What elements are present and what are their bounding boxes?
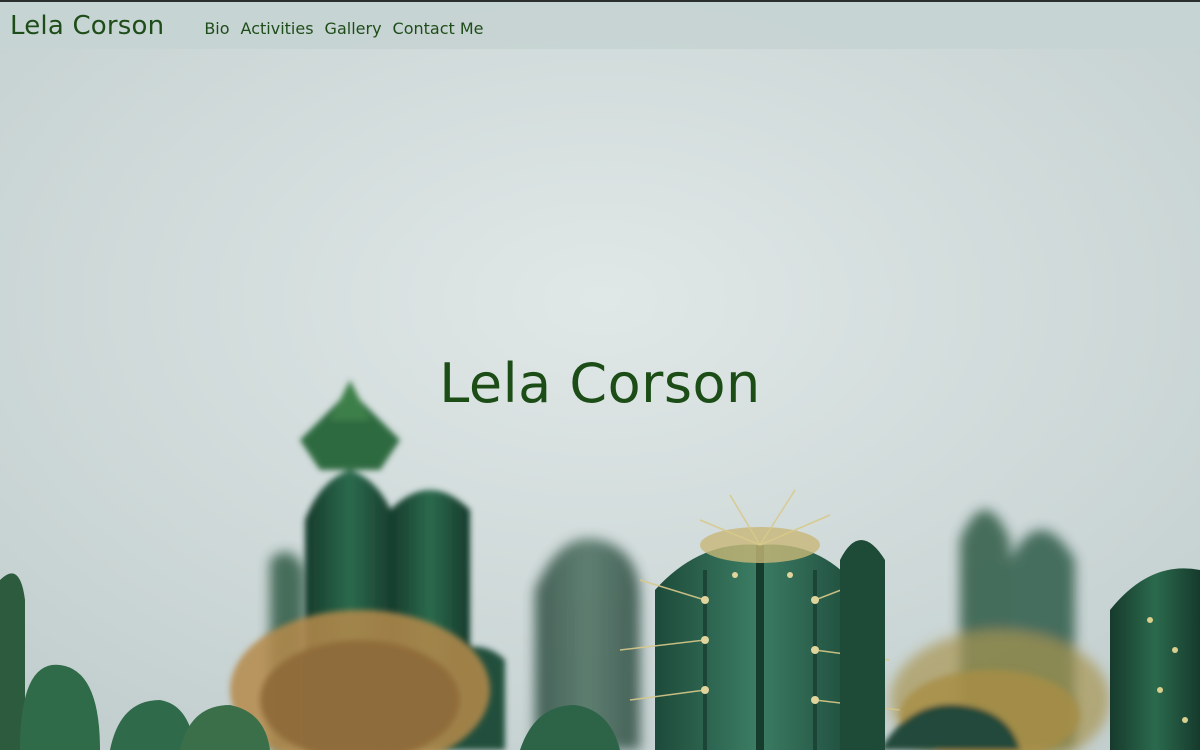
nav-link-contact-me[interactable]: Contact Me: [393, 19, 484, 38]
hero-title: Lela Corson: [439, 352, 761, 415]
brand-link[interactable]: Lela Corson: [10, 11, 164, 41]
page: Lela Corson Bio Activities Gallery Conta…: [0, 0, 1200, 750]
nav-link-bio[interactable]: Bio: [204, 19, 229, 38]
navbar: Lela Corson Bio Activities Gallery Conta…: [0, 2, 1200, 49]
nav-links: Bio Activities Gallery Contact Me: [204, 19, 494, 38]
nav-link-activities[interactable]: Activities: [241, 19, 314, 38]
nav-link-gallery[interactable]: Gallery: [325, 19, 382, 38]
